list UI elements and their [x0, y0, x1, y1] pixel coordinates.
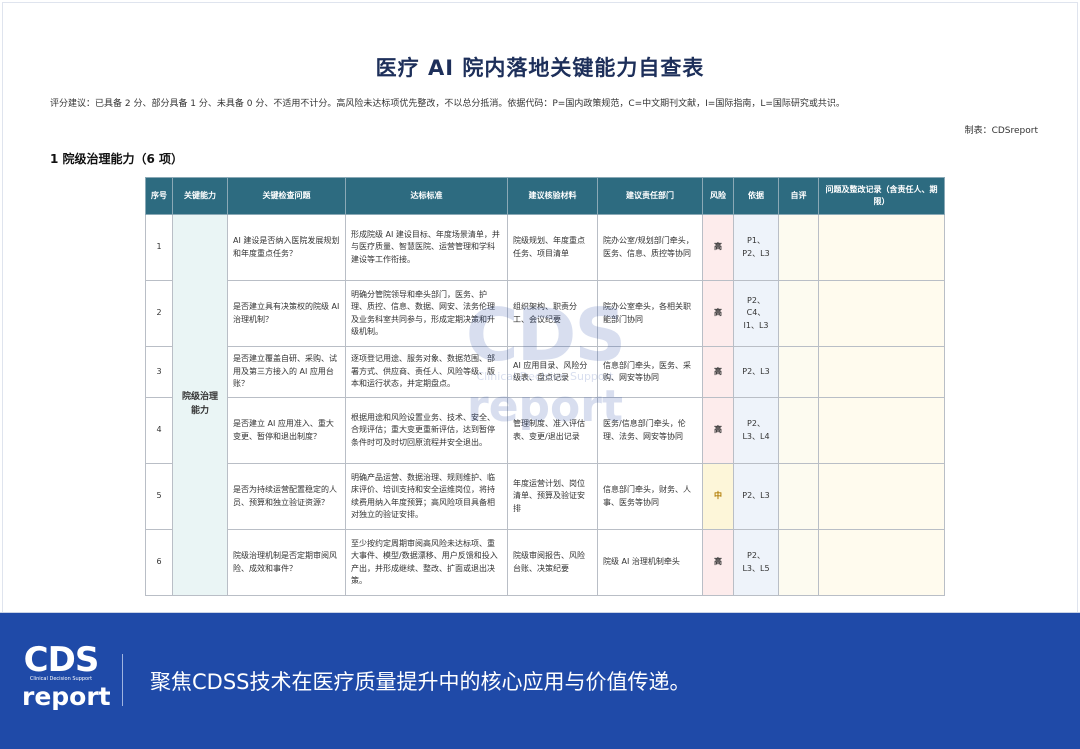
- standard-cell: 明确产品运营、数据治理、规则维护、临床评价、培训支持和安全运维岗位，将持续费用纳…: [345, 463, 508, 530]
- standard-cell: 逐项登记用途、服务对象、数据范围、部署方式、供应商、责任人、风险等级、版本和运行…: [345, 346, 508, 398]
- materials-cell: AI 应用目录、风险分级表、盘点记录: [507, 346, 598, 398]
- self-score-cell[interactable]: [778, 346, 819, 398]
- department-cell: 院级 AI 治理机制牵头: [597, 529, 703, 596]
- row-number: 1: [145, 214, 173, 281]
- self-score-cell[interactable]: [778, 214, 819, 281]
- basis-cell: P2、L3: [733, 463, 779, 530]
- question-cell: 是否建立覆盖自研、采购、试用及第三方接入的 AI 应用台账？: [227, 346, 346, 398]
- self-score-cell[interactable]: [778, 280, 819, 347]
- table-row: 5 是否为持续运营配置稳定的人员、预算和独立验证资源？ 明确产品运营、数据治理、…: [145, 463, 945, 530]
- header-cell-department: 建议责任部门: [597, 177, 703, 215]
- standard-cell: 形成院级 AI 建设目标、年度场景清单，并与医疗质量、智慧医院、运营管理和学科建…: [345, 214, 508, 281]
- question-cell: 是否建立具有决策权的院级 AI 治理机制？: [227, 280, 346, 347]
- notes-cell[interactable]: [818, 397, 945, 464]
- self-score-cell[interactable]: [778, 397, 819, 464]
- materials-cell: 院级规划、年度重点任务、项目清单: [507, 214, 598, 281]
- logo-main: CDS: [23, 640, 100, 680]
- basis-cell: P2、C4、I1、L3: [733, 280, 779, 347]
- checklist-table: 序号 关键能力 关键检查问题 达标标准 建议核验材料 建议责任部门 风险 依据 …: [145, 177, 945, 596]
- question-cell: 是否为持续运营配置稳定的人员、预算和独立验证资源？: [227, 463, 346, 530]
- department-cell: 院办公室牵头，各相关职能部门协同: [597, 280, 703, 347]
- materials-cell: 管理制度、准入评估表、变更/退出记录: [507, 397, 598, 464]
- standard-cell: 根据用途和风险设置业务、技术、安全、合规评估；重大变更重新评估，达到暂停条件时可…: [345, 397, 508, 464]
- notes-cell[interactable]: [818, 529, 945, 596]
- risk-badge: 高: [702, 280, 734, 347]
- materials-cell: 年度运营计划、岗位清单、预算及验证安排: [507, 463, 598, 530]
- department-cell: 信息部门牵头，财务、人事、医务等协同: [597, 463, 703, 530]
- self-score-cell[interactable]: [778, 463, 819, 530]
- notes-cell[interactable]: [818, 463, 945, 530]
- basis-cell: P2、L3、L5: [733, 529, 779, 596]
- footer-divider: [122, 654, 123, 706]
- document-card: 医疗 AI 院内落地关键能力自查表 评分建议：已具备 2 分、部分具备 1 分、…: [0, 0, 1080, 613]
- doc-title: 医疗 AI 院内落地关键能力自查表: [375, 56, 705, 80]
- standard-cell: 明确分管院领导和牵头部门，医务、护理、质控、信息、数据、网安、法务伦理及业务科室…: [345, 280, 508, 347]
- header-row: 序号 关键能力 关键检查问题 达标标准 建议核验材料 建议责任部门 风险 依据 …: [145, 177, 945, 215]
- notes-cell[interactable]: [818, 214, 945, 281]
- notes-cell[interactable]: [818, 280, 945, 347]
- header-cell-basis: 依据: [733, 177, 779, 215]
- header-cell-standard: 达标标准: [345, 177, 508, 215]
- risk-badge: 高: [702, 214, 734, 281]
- risk-badge: 中: [702, 463, 734, 530]
- header-cell-risk: 风险: [702, 177, 734, 215]
- self-score-cell[interactable]: [778, 529, 819, 596]
- row-number: 6: [145, 529, 173, 596]
- row-number: 2: [145, 280, 173, 347]
- header-cell-question: 关键检查问题: [227, 177, 346, 215]
- table-row: 2 是否建立具有决策权的院级 AI 治理机制？ 明确分管院领导和牵头部门，医务、…: [145, 280, 945, 347]
- department-cell: 医务/信息部门牵头，伦理、法务、网安等协同: [597, 397, 703, 464]
- materials-cell: 院级审阅报告、风险台账、决策纪要: [507, 529, 598, 596]
- header-cell-notes: 问题及整改记录（含责任人、期限）: [818, 177, 945, 215]
- logo-word: report: [22, 682, 111, 711]
- section-title: 1 院级治理能力（6 项）: [50, 152, 184, 166]
- footer-tagline: 聚焦CDSS技术在医疗质量提升中的核心应用与价值传递。: [150, 670, 691, 694]
- question-cell: 院级治理机制是否定期审阅风险、成效和事件？: [227, 529, 346, 596]
- row-number: 4: [145, 397, 173, 464]
- cds-report-logo: CDS Clinical Decision Support report: [22, 640, 111, 716]
- question-cell: AI 建设是否纳入医院发展规划和年度重点任务？: [227, 214, 346, 281]
- risk-badge: 高: [702, 397, 734, 464]
- row-number: 5: [145, 463, 173, 530]
- basis-cell: P2、L3、L4: [733, 397, 779, 464]
- standard-cell: 至少按约定周期审阅高风险未达标项、重大事件、模型/数据漂移、用户反馈和投入产出，…: [345, 529, 508, 596]
- department-cell: 信息部门牵头，医务、采购、网安等协同: [597, 346, 703, 398]
- author-credit: 制表：CDSreport: [964, 126, 1038, 136]
- basis-cell: P1、P2、L3: [733, 214, 779, 281]
- table-row: 4 是否建立 AI 应用准入、重大变更、暂停和退出制度？ 根据用途和风险设置业务…: [145, 397, 945, 464]
- department-cell: 院办公室/规划部门牵头，医务、信息、质控等协同: [597, 214, 703, 281]
- header-cell-capability: 关键能力: [172, 177, 228, 215]
- materials-cell: 组织架构、职责分工、会议纪要: [507, 280, 598, 347]
- capability-cell: 院级治理能力: [172, 214, 228, 596]
- header-cell-materials: 建议核验材料: [507, 177, 598, 215]
- table-row: 6 院级治理机制是否定期审阅风险、成效和事件？ 至少按约定周期审阅高风险未达标项…: [145, 529, 945, 596]
- scoring-note: 评分建议：已具备 2 分、部分具备 1 分、未具备 0 分、不适用不计分。高风险…: [50, 99, 845, 109]
- row-number: 3: [145, 346, 173, 398]
- table-row: 1 院级治理能力 AI 建设是否纳入医院发展规划和年度重点任务？ 形成院级 AI…: [145, 214, 945, 596]
- header-cell-no: 序号: [145, 177, 173, 215]
- risk-badge: 高: [702, 346, 734, 398]
- question-cell: 是否建立 AI 应用准入、重大变更、暂停和退出制度？: [227, 397, 346, 464]
- table-row: 3 是否建立覆盖自研、采购、试用及第三方接入的 AI 应用台账？ 逐项登记用途、…: [145, 346, 945, 398]
- risk-badge: 高: [702, 529, 734, 596]
- basis-cell: P2、L3: [733, 346, 779, 398]
- notes-cell[interactable]: [818, 346, 945, 398]
- header-cell-self-score: 自评: [778, 177, 819, 215]
